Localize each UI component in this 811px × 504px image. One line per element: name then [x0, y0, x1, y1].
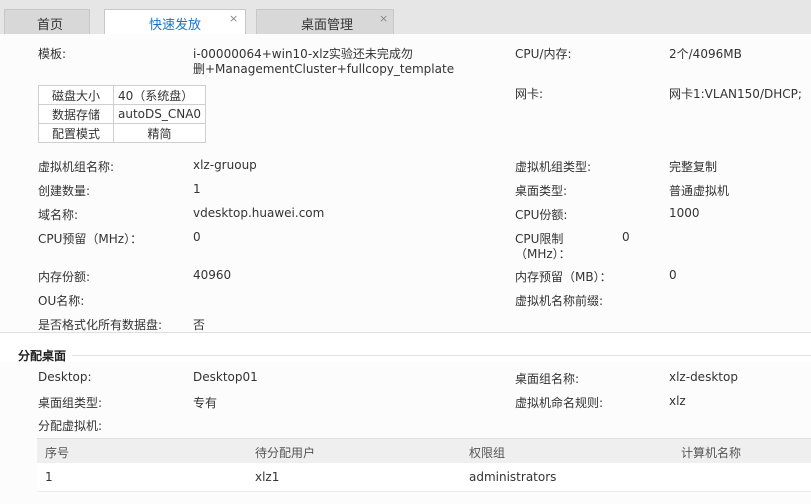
desktop-group-type-label: 桌面组类型:	[38, 396, 103, 410]
mem-share-label: 内存份额:	[38, 270, 91, 284]
tab-bar: 首页 快速发放 × 桌面管理 ×	[0, 0, 811, 35]
config-mode-label: 配置模式	[38, 123, 114, 143]
tab-quick-provision-label: 快速发放	[149, 18, 202, 33]
desktop-group-type-value: 专有	[193, 396, 218, 410]
vm-group-type-value: 完整复制	[669, 160, 718, 174]
create-count-label: 创建数量:	[38, 184, 91, 198]
mem-share-value: 40960	[193, 268, 232, 282]
desktop-group-name-label: 桌面组名称:	[515, 372, 580, 386]
table-row: 配置模式 精简	[38, 123, 207, 143]
assign-vm-label: 分配虚拟机:	[38, 419, 103, 433]
cpu-mem-label: CPU/内存:	[515, 47, 572, 61]
tab-quick-provision[interactable]: 快速发放 ×	[104, 9, 246, 35]
desktop-type-value: 普通虚拟机	[669, 184, 730, 198]
vm-group-type-label: 虚拟机组类型:	[515, 160, 592, 174]
col-header-computer-name: 计算机名称	[681, 446, 742, 460]
datastore-label: 数据存储	[38, 104, 114, 124]
nic-label: 网卡:	[515, 87, 544, 101]
cpu-mem-value: 2个/4096MB	[669, 47, 742, 61]
disk-table: 磁盘大小 40（系统盘） 数据存储 autoDS_CNA0 配置模式 精简	[38, 85, 207, 143]
cell-index: 1	[45, 470, 53, 484]
table-row: 磁盘大小 40（系统盘）	[38, 85, 207, 105]
col-header-permission-group: 权限组	[469, 446, 506, 460]
tab-desktop-management[interactable]: 桌面管理 ×	[256, 9, 394, 34]
nic-value: 网卡1:VLAN150/DHCP;	[669, 87, 802, 101]
desktop-type-label: 桌面类型:	[515, 184, 568, 198]
cpu-limit-value: 0	[622, 230, 630, 244]
tab-home[interactable]: 首页	[4, 9, 90, 34]
template-value-line2: 删+ManagementCluster+fullcopy_template	[193, 62, 455, 76]
vm-group-name-value: xlz-gruoup	[193, 158, 257, 172]
desktop-label: Desktop:	[38, 370, 92, 384]
ou-name-label: OU名称:	[38, 294, 85, 308]
mem-reserve-value: 0	[669, 268, 677, 282]
assign-table-header: 序号 待分配用户 权限组 计算机名称	[37, 438, 811, 464]
mem-reserve-label: 内存预留（MB）：	[515, 270, 612, 284]
tab-desktop-management-label: 桌面管理	[301, 18, 354, 33]
vm-group-name-label: 虚拟机组名称:	[38, 160, 115, 174]
domain-value: vdesktop.huawei.com	[193, 206, 325, 220]
template-label: 模板:	[38, 47, 67, 61]
desktop-value: Desktop01	[193, 370, 258, 384]
cell-user: xlz1	[255, 470, 280, 484]
cell-permission-group: administrators	[469, 470, 557, 484]
col-header-user: 待分配用户	[255, 446, 316, 460]
cpu-share-label: CPU份额:	[515, 208, 568, 222]
vm-naming-rule-value: xlz	[669, 394, 686, 408]
format-disks-label: 是否格式化所有数据盘:	[38, 318, 163, 332]
datastore-value: autoDS_CNA0	[112, 104, 207, 124]
table-row: 数据存储 autoDS_CNA0	[38, 104, 207, 124]
col-header-index: 序号	[45, 446, 70, 460]
cpu-limit-label-line2: （MHz）：	[515, 247, 571, 261]
vm-naming-rule-label: 虚拟机命名规则:	[515, 396, 604, 410]
config-mode-value: 精简	[112, 123, 207, 143]
tab-home-label: 首页	[37, 18, 64, 33]
domain-label: 域名称:	[38, 208, 79, 222]
close-icon[interactable]: ×	[229, 12, 238, 25]
cpu-reserve-value: 0	[193, 230, 201, 244]
create-count-value: 1	[193, 182, 201, 196]
disk-size-label: 磁盘大小	[38, 85, 114, 105]
vm-name-prefix-label: 虚拟机名称前缀:	[515, 294, 604, 308]
disk-size-value: 40（系统盘）	[112, 85, 207, 105]
table-row[interactable]: 1 xlz1 administrators	[37, 463, 811, 492]
cpu-reserve-label: CPU预留（MHz）：	[38, 232, 143, 246]
close-icon[interactable]: ×	[379, 12, 388, 25]
cpu-share-value: 1000	[669, 206, 700, 220]
section-divider	[72, 355, 811, 356]
desktop-group-name-value: xlz-desktop	[669, 370, 738, 384]
format-disks-value: 否	[193, 318, 206, 332]
